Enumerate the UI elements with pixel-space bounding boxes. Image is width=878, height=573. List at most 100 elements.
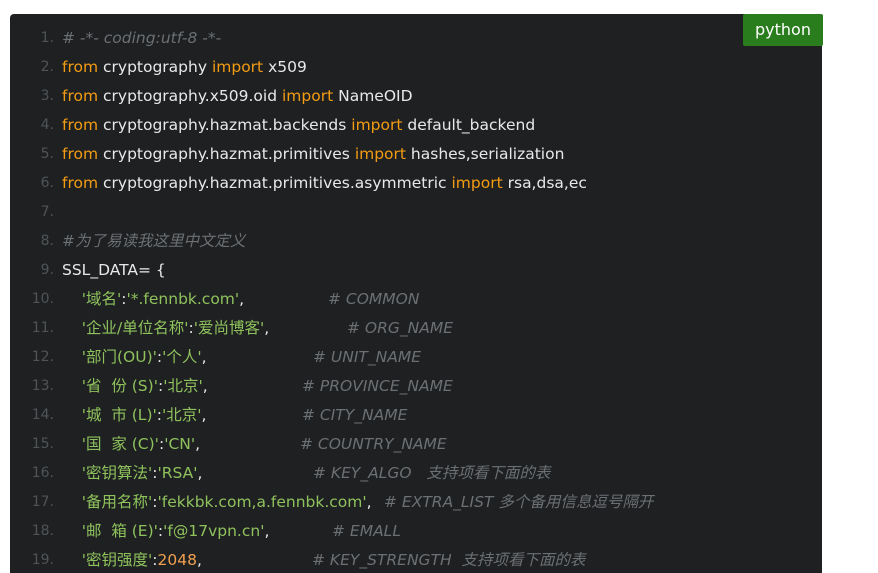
code-token: '北京' — [162, 406, 202, 424]
code-token: from — [62, 87, 99, 105]
code-token: , — [195, 435, 201, 453]
code-token: , — [264, 522, 270, 540]
code-comment: # COUNTRY_NAME — [300, 435, 447, 453]
code-token: from — [62, 174, 99, 192]
code-token: , — [201, 348, 207, 366]
code-text: '备用名称':'fekkbk.com,a.fennbk.com', — [62, 488, 372, 517]
code-text: '城 市 (L)':'北京', — [62, 401, 207, 430]
line-number: 12. — [31, 349, 54, 365]
code-token: , — [196, 551, 202, 569]
line-number: 17. — [31, 494, 54, 510]
code-token: '*.fennbk.com' — [126, 290, 240, 308]
code-token: , — [239, 290, 245, 308]
code-token: cryptography.hazmat.primitives.asymmetri… — [98, 174, 452, 192]
line-number: 1. — [40, 30, 54, 46]
line-number: 11. — [31, 320, 54, 336]
code-token: '邮 箱 (E)' — [81, 522, 158, 540]
code-token: '备用名称' — [81, 493, 153, 511]
code-token: 2048 — [157, 551, 197, 569]
code-token: '北京' — [163, 377, 203, 395]
code-text: '省 份 (S)':'北京', — [62, 372, 208, 401]
code-token: , — [366, 493, 372, 511]
code-token: 'fekkbk.com,a.fennbk.com' — [157, 493, 367, 511]
line-number: 10. — [31, 291, 54, 307]
code-block: 1. # -*- coding:utf-8 -*- 2. from cryptogra… — [10, 14, 822, 573]
code-comment: # UNIT_NAME — [313, 348, 422, 366]
code-text: '密钥算法':'RSA', — [62, 459, 203, 488]
code-text: #为了易读我这里中文定义 — [62, 227, 246, 256]
code-text: '域名':'*.fennbk.com', — [62, 285, 244, 314]
code-token: 'RSA' — [157, 464, 198, 482]
line-number: 5. — [40, 146, 54, 162]
code-token: , — [201, 406, 207, 424]
code-token: '密钥强度' — [81, 551, 153, 569]
language-badge[interactable]: python — [743, 14, 823, 46]
code-comment: # COMMON — [328, 290, 420, 308]
code-token: default_backend — [402, 116, 536, 134]
code-text: from cryptography import x509 — [62, 53, 307, 82]
code-token: cryptography.hazmat.backends — [98, 116, 352, 134]
code-token: '国 家 (C)' — [81, 435, 159, 453]
line-number: 4. — [40, 117, 54, 133]
line-number: 2. — [40, 59, 54, 75]
code-token: SSL_DATA= { — [62, 261, 166, 279]
code-token: cryptography.x509.oid — [98, 87, 282, 105]
code-token: rsa,dsa,ec — [502, 174, 587, 192]
code-text: '部门(OU)':'个人', — [62, 343, 207, 372]
code-text: from cryptography.hazmat.primitives impo… — [62, 140, 564, 169]
code-token: # -*- coding:utf-8 -*- — [62, 29, 222, 47]
code-token: cryptography — [98, 58, 212, 76]
line-number: 13. — [31, 378, 54, 394]
line-number: 18. — [31, 523, 54, 539]
code-token: '爱尚博客' — [193, 319, 265, 337]
code-token: '域名' — [81, 290, 122, 308]
code-token: , — [264, 319, 270, 337]
code-text: '邮 箱 (E)':'f@17vpn.cn', — [62, 517, 270, 546]
line-number: 14. — [31, 407, 54, 423]
code-token: import — [354, 145, 406, 163]
code-token: cryptography.hazmat.primitives — [98, 145, 355, 163]
code-token: , — [202, 377, 208, 395]
code-token: , — [197, 464, 203, 482]
line-number: 7. — [40, 204, 54, 220]
code-token: '城 市 (L)' — [81, 406, 157, 424]
code-text: from cryptography.hazmat.backends import… — [62, 111, 535, 140]
line-number: 6. — [40, 175, 54, 191]
code-token: import — [211, 58, 264, 76]
code-token: from — [62, 145, 99, 163]
code-token: x509 — [263, 58, 307, 76]
code-text: from cryptography.x509.oid import NameOI… — [62, 82, 413, 111]
code-comment: # EXTRA_LIST 多个备用信息逗号隔开 — [384, 493, 654, 511]
line-number: 16. — [31, 465, 54, 481]
code-token: hashes,serialization — [406, 145, 565, 163]
code-token: import — [451, 174, 503, 192]
code-text: from cryptography.hazmat.primitives.asym… — [62, 169, 587, 198]
code-token: from — [62, 116, 99, 134]
code-comment: # EMALL — [332, 522, 401, 540]
code-text: '国 家 (C)':'CN', — [62, 430, 200, 459]
code-text: '企业/单位名称':'爱尚博客', — [62, 314, 269, 343]
code-comment: # CITY_NAME — [302, 406, 408, 424]
code-token: 'CN' — [164, 435, 196, 453]
code-token: import — [351, 116, 403, 134]
line-number: 8. — [40, 233, 54, 249]
line-number: 9. — [40, 262, 54, 278]
code-token: '省 份 (S)' — [81, 377, 158, 395]
code-token: NameOID — [333, 87, 413, 105]
code-comment: # PROVINCE_NAME — [302, 377, 453, 395]
code-token: from — [62, 58, 99, 76]
line-number: 19. — [31, 552, 54, 568]
code-text: # -*- coding:utf-8 -*- — [62, 24, 221, 53]
code-comment: # KEY_ALGO 支持项看下面的表 — [313, 464, 551, 482]
code-comment: # KEY_STRENGTH 支持项看下面的表 — [312, 551, 586, 569]
code-text: SSL_DATA= { — [62, 256, 166, 285]
